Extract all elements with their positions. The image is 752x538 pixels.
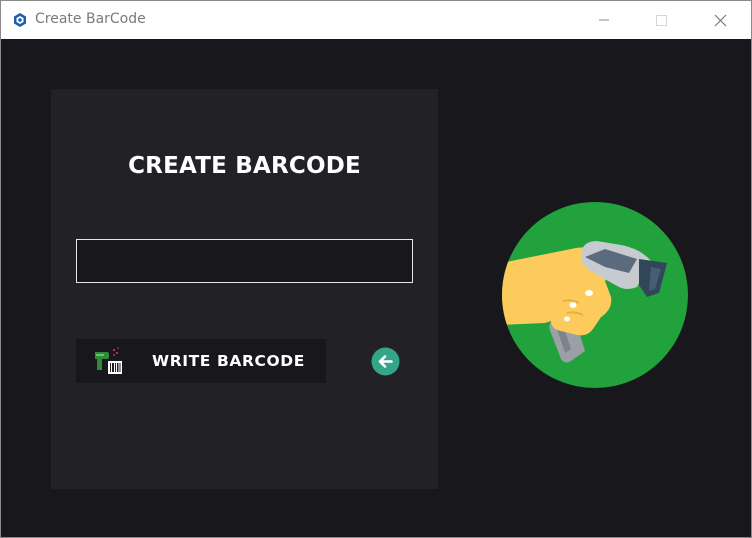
app-logo-icon [14, 13, 26, 27]
barcode-scanner-icon [95, 347, 122, 374]
panel-heading: CREATE BARCODE [128, 153, 361, 179]
close-button[interactable] [698, 1, 744, 39]
maximize-icon [656, 15, 667, 26]
window-title: Create BarCode [35, 11, 146, 27]
close-icon [714, 14, 727, 27]
barcode-text-input[interactable] [76, 239, 413, 283]
title-bar: Create BarCode [1, 1, 751, 39]
window-client-area: CREATE BARCODE WRITE BARCODE [1, 39, 751, 537]
maximize-button[interactable] [638, 1, 684, 39]
write-barcode-button[interactable]: WRITE BARCODE [76, 339, 326, 383]
minimize-button[interactable] [581, 1, 627, 39]
app-window: Create BarCode CREATE BARCODE WRITE BARC… [0, 0, 752, 538]
create-barcode-panel: CREATE BARCODE WRITE BARCODE [51, 89, 438, 489]
minimize-icon [599, 19, 609, 21]
hand-scanner-illustration [502, 202, 688, 388]
arrow-left-icon[interactable] [371, 347, 400, 376]
write-barcode-label: WRITE BARCODE [152, 352, 305, 370]
